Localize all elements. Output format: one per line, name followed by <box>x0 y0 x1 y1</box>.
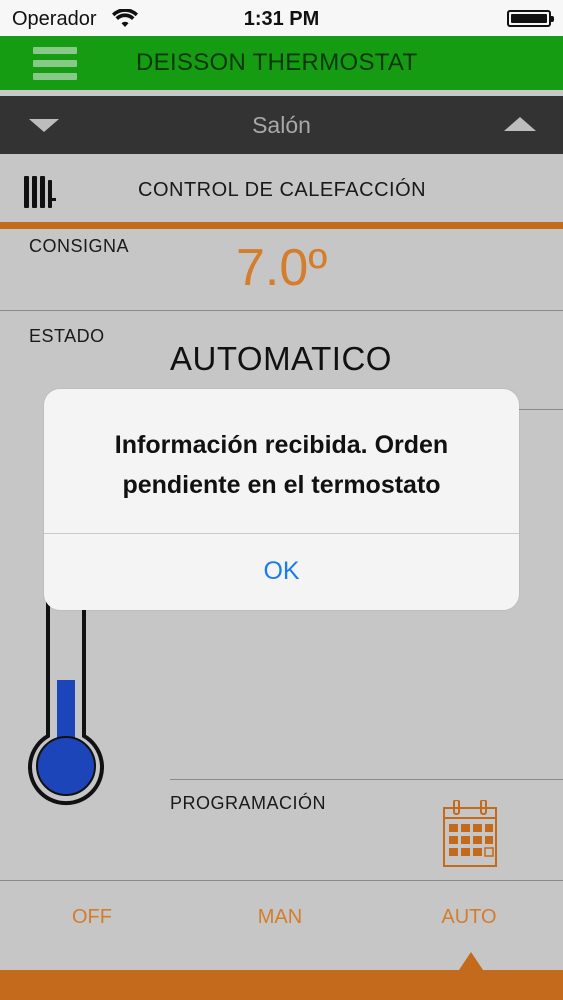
clock: 1:31 PM <box>243 8 320 30</box>
alert-message: Información recibida. Orden pendiente en… <box>114 431 449 499</box>
battery-icon <box>507 10 554 27</box>
status-bar: Operador 1:31 PM <box>0 0 563 36</box>
ok-button[interactable]: OK <box>44 533 519 610</box>
alert-dialog: Información recibida. Orden pendiente en… <box>44 389 519 610</box>
